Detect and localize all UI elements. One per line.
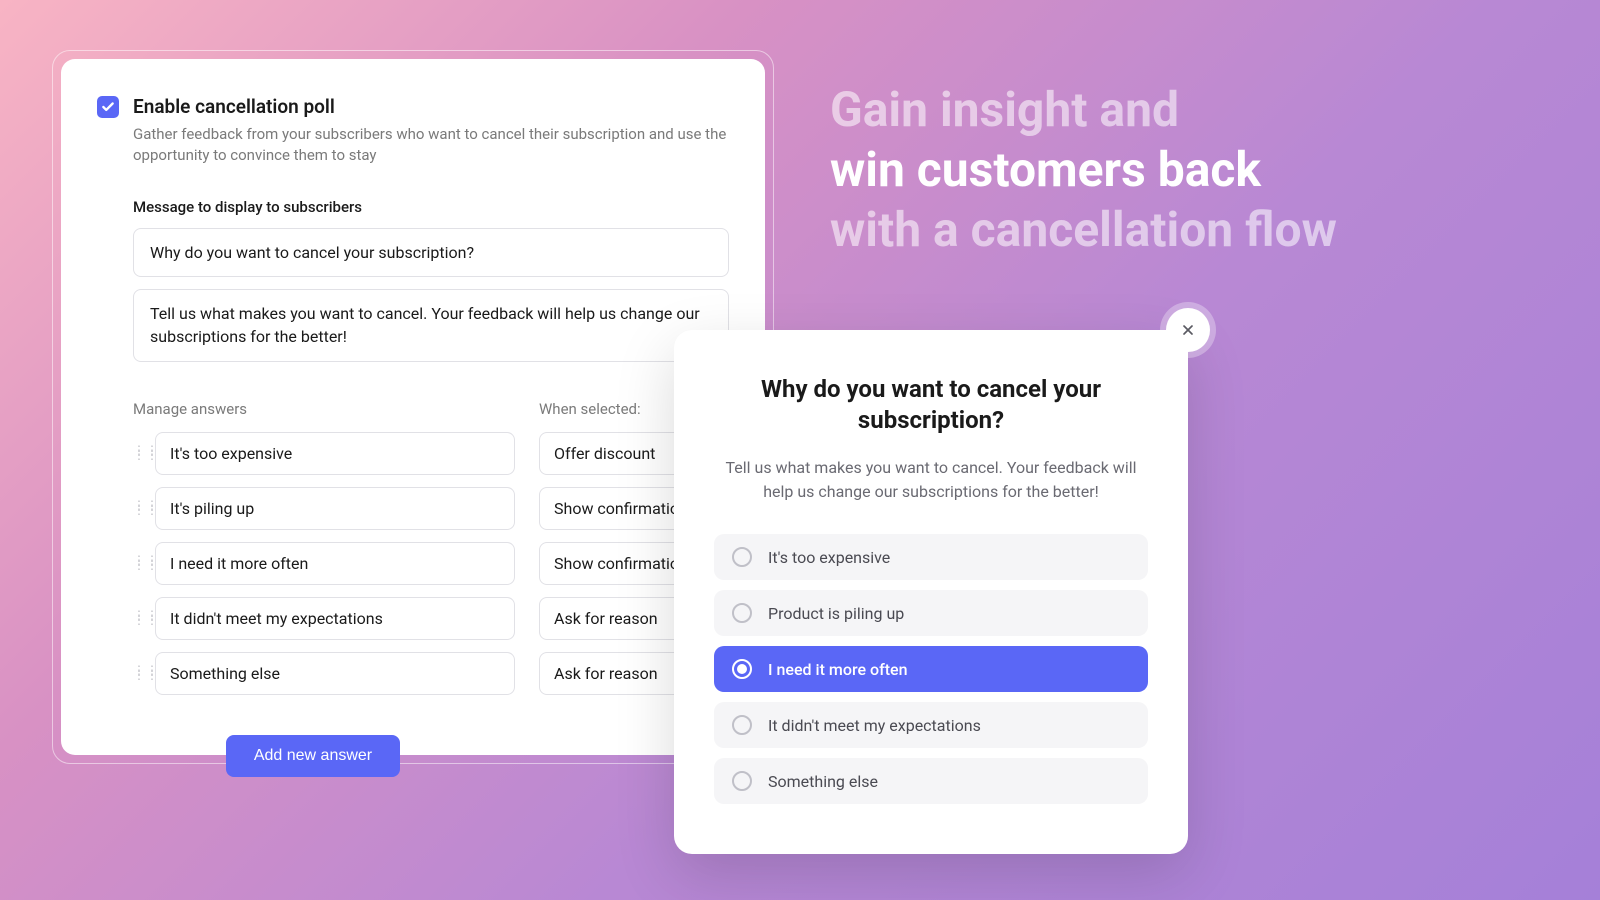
- poll-option-label: It didn't meet my expectations: [768, 716, 981, 735]
- hero-line-1: Gain insight and: [830, 81, 1179, 138]
- answer-row: ⋮⋮⋮⋮ It's piling up: [133, 487, 515, 530]
- close-icon: [1180, 322, 1196, 338]
- enable-poll-checkbox[interactable]: [97, 96, 119, 118]
- poll-option-label: Something else: [768, 772, 878, 791]
- poll-option[interactable]: Something else: [714, 758, 1148, 804]
- add-answer-button[interactable]: Add new answer: [226, 735, 400, 777]
- manage-answers-header: Manage answers: [133, 400, 515, 418]
- message-title-input[interactable]: Why do you want to cancel your subscript…: [133, 228, 729, 277]
- answer-text-input[interactable]: It's piling up: [155, 487, 515, 530]
- message-field-label: Message to display to subscribers: [133, 198, 729, 216]
- answer-row: ⋮⋮⋮⋮ Something else: [133, 652, 515, 695]
- check-icon: [101, 100, 115, 114]
- poll-option-label: I need it more often: [768, 660, 908, 679]
- answer-row: ⋮⋮⋮⋮ It's too expensive: [133, 432, 515, 475]
- hero-line-2: win customers back: [830, 141, 1261, 198]
- radio-icon: [732, 547, 752, 567]
- radio-icon: [732, 659, 752, 679]
- cancellation-poll-modal: Why do you want to cancel your subscript…: [674, 330, 1188, 854]
- drag-handle-icon[interactable]: ⋮⋮⋮⋮: [133, 668, 147, 678]
- settings-card-frame: Enable cancellation poll Gather feedback…: [52, 50, 774, 764]
- answer-text-input[interactable]: It's too expensive: [155, 432, 515, 475]
- drag-handle-icon[interactable]: ⋮⋮⋮⋮: [133, 503, 147, 513]
- poll-option[interactable]: Product is piling up: [714, 590, 1148, 636]
- answer-row: ⋮⋮⋮⋮ It didn't meet my expectations: [133, 597, 515, 640]
- poll-option[interactable]: It's too expensive: [714, 534, 1148, 580]
- hero-line-3: with a cancellation flow: [830, 201, 1337, 258]
- radio-icon: [732, 715, 752, 735]
- enable-poll-description: Gather feedback from your subscribers wh…: [133, 124, 729, 166]
- drag-handle-icon[interactable]: ⋮⋮⋮⋮: [133, 448, 147, 458]
- answer-text-input[interactable]: I need it more often: [155, 542, 515, 585]
- answer-row: ⋮⋮⋮⋮ I need it more often: [133, 542, 515, 585]
- settings-card: Enable cancellation poll Gather feedback…: [61, 59, 765, 755]
- hero-headline: Gain insight and win customers back with…: [830, 80, 1540, 260]
- poll-option[interactable]: It didn't meet my expectations: [714, 702, 1148, 748]
- enable-poll-label: Enable cancellation poll: [133, 95, 729, 118]
- answer-text-input[interactable]: It didn't meet my expectations: [155, 597, 515, 640]
- radio-icon: [732, 603, 752, 623]
- enable-poll-row: Enable cancellation poll Gather feedback…: [97, 95, 729, 166]
- drag-handle-icon[interactable]: ⋮⋮⋮⋮: [133, 613, 147, 623]
- poll-description: Tell us what makes you want to cancel. Y…: [714, 456, 1148, 504]
- poll-option[interactable]: I need it more often: [714, 646, 1148, 692]
- poll-option-label: Product is piling up: [768, 604, 904, 623]
- message-body-input[interactable]: Tell us what makes you want to cancel. Y…: [133, 289, 729, 361]
- poll-title: Why do you want to cancel your subscript…: [714, 374, 1148, 436]
- drag-handle-icon[interactable]: ⋮⋮⋮⋮: [133, 558, 147, 568]
- poll-option-label: It's too expensive: [768, 548, 890, 567]
- close-button[interactable]: [1166, 308, 1210, 352]
- radio-icon: [732, 771, 752, 791]
- answer-text-input[interactable]: Something else: [155, 652, 515, 695]
